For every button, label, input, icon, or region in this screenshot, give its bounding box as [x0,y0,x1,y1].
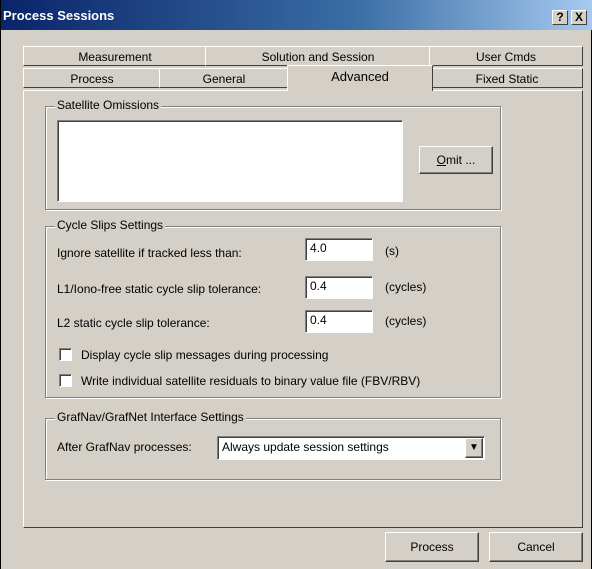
l2-tolerance-label: L2 static cycle slip tolerance: [57,316,210,330]
min-track-label: Ignore satellite if tracked less than: [57,246,242,260]
tab-fixed-static[interactable]: Fixed Static [431,68,583,88]
tab-advanced[interactable]: Advanced [287,65,433,91]
l2-tolerance-field[interactable]: 0.4 [305,310,373,333]
after-processes-select[interactable]: Always update session settings [217,436,485,460]
l1-tolerance-unit: (cycles) [385,280,427,294]
min-track-field[interactable]: 4.0 [305,238,373,261]
satellite-omissions-list[interactable] [57,120,403,202]
after-processes-value: Always update session settings [222,440,389,454]
l1-tolerance-label: L1/Iono-free static cycle slip tolerance… [57,282,262,296]
l1-tolerance-field[interactable]: 0.4 [305,276,373,299]
help-button[interactable]: ? [552,10,568,25]
min-track-unit: (s) [385,244,399,258]
write-residuals-label[interactable]: Write individual satellite residuals to … [81,374,420,388]
tab-measurement[interactable]: Measurement [23,46,207,66]
display-cycle-slip-label[interactable]: Display cycle slip messages during proce… [81,348,328,362]
write-residuals-checkbox[interactable] [59,374,72,387]
chevron-down-icon[interactable]: ▼ [465,438,483,458]
window-title: Process Sessions [3,8,115,23]
title-bar[interactable]: Process Sessions ? X [1,0,592,30]
interface-settings-label: GrafNav/GrafNet Interface Settings [55,410,246,424]
tab-solution-and-session[interactable]: Solution and Session [205,46,431,66]
cancel-button[interactable]: Cancel [489,532,583,562]
tab-user-cmds[interactable]: User Cmds [429,46,583,66]
satellite-omissions-label: Satellite Omissions [55,98,162,112]
cycle-slips-label: Cycle Slips Settings [55,218,166,232]
tab-process[interactable]: Process [23,68,161,88]
process-button[interactable]: Process [385,532,479,562]
display-cycle-slip-checkbox[interactable] [59,348,72,361]
tab-general[interactable]: General [159,68,289,88]
l2-tolerance-unit: (cycles) [385,314,427,328]
process-sessions-dialog: Process Sessions ? X Measurement Solutio… [0,0,592,569]
close-button[interactable]: X [571,10,587,25]
omit-button[interactable]: Omit ... [419,146,493,174]
after-processes-label: After GrafNav processes: [57,440,192,454]
